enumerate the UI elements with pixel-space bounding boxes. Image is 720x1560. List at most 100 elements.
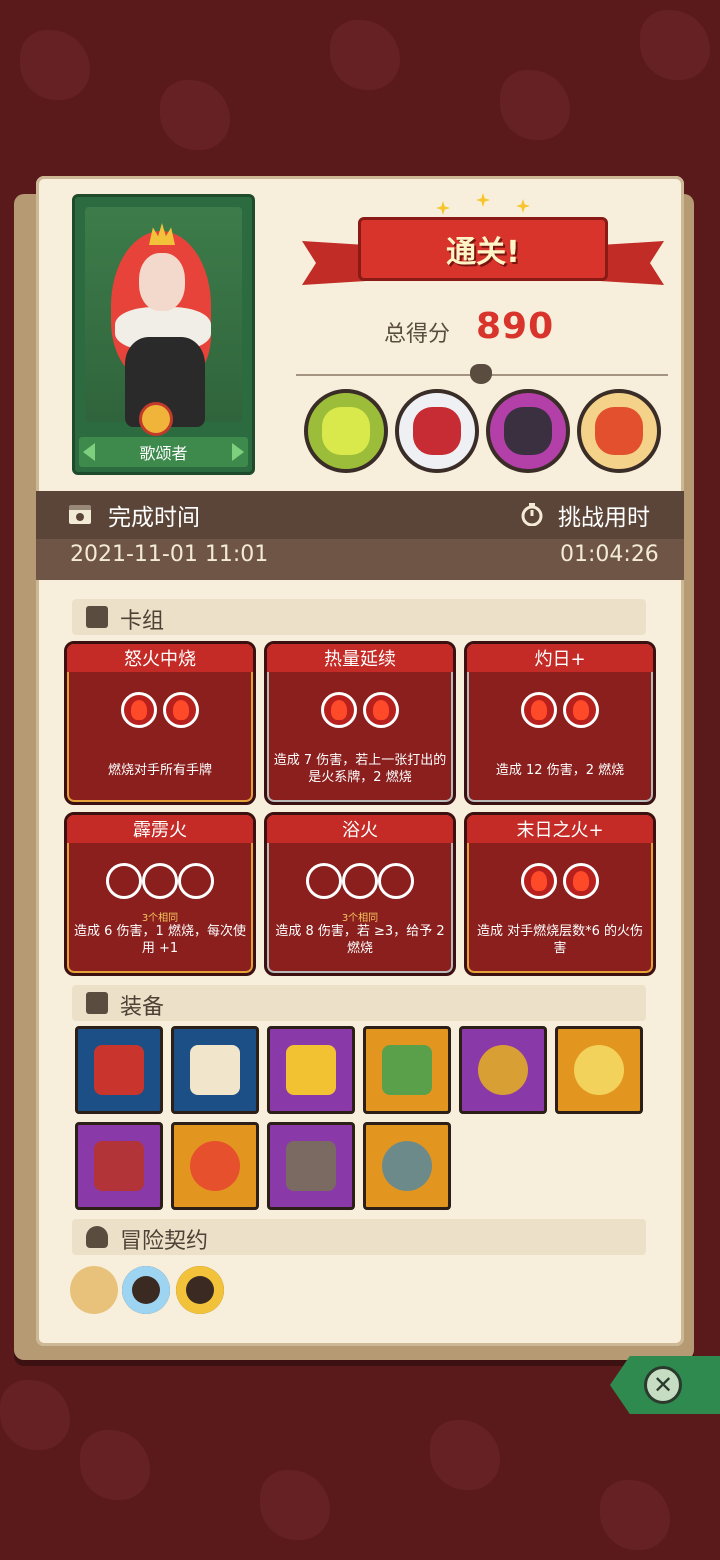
- flame-gem-icon: [286, 1045, 336, 1095]
- equipment-slot[interactable]: [555, 1026, 643, 1114]
- duration-value: 01:04:26: [560, 542, 659, 567]
- finish-time-label: 完成时间: [108, 505, 200, 531]
- crown-icon: [149, 223, 175, 245]
- card-desc: 造成 8 伤害，若 ≥3，给予 2 燃烧: [275, 924, 445, 956]
- duration-label: 挑战用时: [558, 505, 650, 531]
- card-cost: [267, 863, 453, 899]
- empty-orb-icon: [178, 863, 214, 899]
- banner-main: 通关!: [358, 217, 608, 281]
- card-desc: 造成 7 伤害，若上一张打出的是火系牌，2 燃烧: [273, 753, 447, 785]
- ruby-ring-icon: [478, 1045, 528, 1095]
- empty-orb-icon: [142, 863, 178, 899]
- card-title: 末日之火+: [467, 815, 653, 843]
- box-icon: [86, 992, 108, 1014]
- blue-firecracker-icon[interactable]: [122, 1266, 170, 1314]
- card-4[interactable]: 霹雳火 3个相同 造成 6 伤害，1 燃烧，每次使用 +1: [64, 812, 256, 976]
- emerald-bracer-icon: [94, 1141, 144, 1191]
- card-title: 热量延续: [267, 644, 453, 672]
- boss-2: [395, 389, 479, 473]
- equipment-slot[interactable]: [171, 1122, 259, 1210]
- empty-orb-icon: [106, 863, 142, 899]
- dark-beast-boss-icon: [504, 407, 552, 455]
- ember-stone-icon: [286, 1141, 336, 1191]
- card-cost: [467, 692, 653, 728]
- card-title: 浴火: [267, 815, 453, 843]
- empty-orb-icon: [306, 863, 342, 899]
- fire-orb-icon: [363, 692, 399, 728]
- equipment-slot[interactable]: [267, 1026, 355, 1114]
- close-icon: ✕: [644, 1366, 682, 1404]
- card-desc: 造成 6 伤害，1 燃烧，每次使用 +1: [74, 924, 246, 956]
- boss-1: [304, 389, 388, 473]
- fire-skull-icon: [190, 1141, 240, 1191]
- character-art: [85, 207, 242, 427]
- card-3[interactable]: 灼日+ 造成 12 伤害，2 燃烧: [464, 641, 656, 805]
- card-2[interactable]: 热量延续 造成 7 伤害，若上一张打出的是火系牌，2 燃烧: [264, 641, 456, 805]
- fire-orb-icon: [521, 692, 557, 728]
- score-label: 总得分: [384, 322, 451, 347]
- medal-icon: [139, 402, 173, 436]
- fire-orb-icon: [163, 692, 199, 728]
- card-cost: [67, 863, 253, 899]
- stopwatch-icon: [521, 503, 543, 526]
- clear-banner: 通关!: [302, 193, 664, 305]
- card-desc: 燃烧对手所有手牌: [107, 763, 212, 778]
- calendar-icon: [69, 505, 91, 524]
- cards-icon: [86, 606, 108, 628]
- equipment-slot[interactable]: [363, 1026, 451, 1114]
- prev-character-icon[interactable]: [83, 443, 95, 461]
- scroll-icon: [190, 1045, 240, 1095]
- card-cost-note: 3个相同: [141, 913, 179, 924]
- equipment-slot[interactable]: [363, 1122, 451, 1210]
- card-desc: 造成 12 伤害，2 燃烧: [495, 763, 625, 778]
- next-character-icon[interactable]: [232, 443, 244, 461]
- fire-orb-icon: [521, 863, 557, 899]
- fire-orb-icon: [563, 863, 599, 899]
- empty-orb-icon: [342, 863, 378, 899]
- card-cost-note: 3个相同: [341, 913, 379, 924]
- equipment-slot[interactable]: [171, 1026, 259, 1114]
- contract-section-label: 冒险契约: [120, 1229, 209, 1254]
- card-title: 怒火中烧: [67, 644, 253, 672]
- contract-scroll-icon[interactable]: [70, 1266, 118, 1314]
- demon-skull-icon: [470, 364, 492, 384]
- card-desc: 造成 对手燃烧层数*6 的火伤害: [476, 924, 644, 956]
- character-name: 歌颂者: [79, 437, 248, 467]
- boss-3: [486, 389, 570, 473]
- equipment-slot[interactable]: [75, 1026, 163, 1114]
- equipment-section-header: 装备: [72, 985, 646, 1021]
- card-1[interactable]: 怒火中烧 燃烧对手所有手牌: [64, 641, 256, 805]
- gold-firecracker-icon[interactable]: [176, 1266, 224, 1314]
- drum-robot-boss-icon: [413, 407, 461, 455]
- equipment-slot[interactable]: [267, 1122, 355, 1210]
- boss-4: [577, 389, 661, 473]
- card-cost: [267, 692, 453, 728]
- green-slab-icon: [382, 1045, 432, 1095]
- fire-orb-icon: [121, 692, 157, 728]
- lion-dance-boss-icon: [595, 407, 643, 455]
- card-title: 灼日+: [467, 644, 653, 672]
- fire-orb-icon: [563, 692, 599, 728]
- character-portrait: 歌颂者: [72, 194, 255, 475]
- card-cost: [467, 863, 653, 899]
- character-face: [139, 253, 185, 311]
- fire-orb-icon: [321, 692, 357, 728]
- equipment-slot[interactable]: [75, 1122, 163, 1210]
- card-6[interactable]: 末日之火+ 造成 对手燃烧层数*6 的火伤害: [464, 812, 656, 976]
- lion-ring-icon: [574, 1045, 624, 1095]
- card-5[interactable]: 浴火 3个相同 造成 8 伤害，若 ≥3，给予 2 燃烧: [264, 812, 456, 976]
- card-title: 霹雳火: [67, 815, 253, 843]
- rune-disc-icon: [382, 1141, 432, 1191]
- score-value: 890: [476, 306, 555, 347]
- deck-section-label: 卡组: [120, 609, 165, 634]
- equipment-slot[interactable]: [459, 1026, 547, 1114]
- skeleton-dragon-boss-icon: [322, 407, 370, 455]
- empty-orb-icon: [378, 863, 414, 899]
- clear-title: 通关!: [446, 235, 520, 270]
- close-button[interactable]: ✕: [610, 1356, 720, 1414]
- finish-time-value: 2021-11-01 11:01: [70, 542, 269, 567]
- equipment-section-label: 装备: [120, 995, 165, 1020]
- person-icon: [86, 1226, 108, 1248]
- deck-section-header: 卡组: [72, 599, 646, 635]
- contract-section-header: 冒险契约: [72, 1219, 646, 1255]
